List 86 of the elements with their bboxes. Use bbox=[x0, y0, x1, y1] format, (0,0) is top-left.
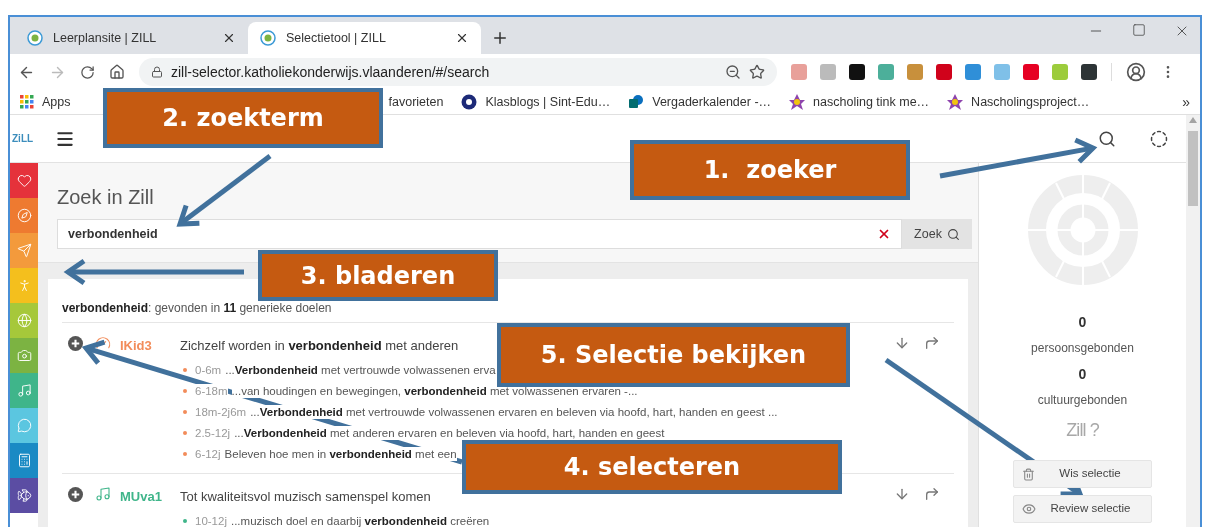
goal-title: Zichzelf worden in verbondenheid met anderen bbox=[180, 337, 459, 355]
age-range: 6-18m bbox=[195, 383, 228, 398]
goal-excerpt: ...Verbondenheid met vertrouwde volwassenen ervaren en beleven via hoofd, hart, handen en geest ... bbox=[250, 404, 778, 419]
globe-icon bbox=[16, 313, 32, 328]
apps-grid-icon bbox=[20, 95, 34, 109]
callout-label: 1. zoeker bbox=[630, 140, 910, 200]
forward-arrow-icon[interactable] bbox=[924, 335, 940, 351]
extension-icon[interactable] bbox=[1081, 64, 1097, 80]
flower-icon bbox=[789, 94, 806, 110]
browser-tab[interactable]: Leerplansite | ZILL bbox=[15, 22, 248, 54]
bookmark-item[interactable]: Apps bbox=[20, 92, 71, 112]
globe-icon bbox=[461, 94, 478, 110]
trash-icon bbox=[1022, 467, 1035, 481]
category-tab[interactable] bbox=[10, 478, 38, 513]
lock-icon bbox=[151, 66, 163, 78]
zill-logo[interactable]: ZiLL bbox=[10, 131, 55, 146]
search-icon[interactable] bbox=[1098, 129, 1116, 148]
callout-label: 3. bladeren bbox=[258, 250, 498, 301]
bookmark-star-icon[interactable] bbox=[749, 64, 765, 80]
clear-selection-button[interactable]: Wis selectie bbox=[1013, 460, 1152, 488]
extension-icon[interactable] bbox=[849, 64, 865, 80]
callout-label: 2. zoekterm bbox=[103, 88, 383, 148]
clear-icon[interactable] bbox=[877, 227, 891, 241]
url-text: zill-selector.katholiekonderwijs.vlaanderen/#/search bbox=[171, 62, 491, 82]
forward-arrow-icon[interactable] bbox=[924, 486, 940, 502]
camera-icon bbox=[16, 348, 32, 363]
music-icon bbox=[95, 486, 111, 502]
address-bar[interactable]: zill-selector.katholiekonderwijs.vlaanderen/#/search bbox=[139, 58, 777, 86]
settings-icon[interactable] bbox=[1150, 129, 1168, 148]
send-icon bbox=[16, 243, 32, 258]
category-tab[interactable] bbox=[10, 163, 38, 198]
browser-tab[interactable]: Selectietool | ZILL bbox=[248, 22, 481, 54]
callout-label: 4. selecteren bbox=[462, 440, 842, 494]
profile-icon[interactable] bbox=[1126, 62, 1146, 82]
scroll-up-icon[interactable] bbox=[1189, 117, 1197, 123]
maximize-icon[interactable] bbox=[1132, 23, 1146, 37]
heart-icon bbox=[16, 173, 32, 188]
fish-icon bbox=[16, 488, 32, 503]
close-icon[interactable] bbox=[222, 31, 236, 45]
arrow-down-icon[interactable] bbox=[894, 335, 910, 351]
tab-title: Leerplansite | ZILL bbox=[53, 29, 158, 47]
tab-title: Selectietool | ZILL bbox=[286, 29, 387, 47]
category-tab[interactable] bbox=[10, 443, 38, 478]
sharepoint-icon bbox=[628, 94, 645, 110]
home-icon[interactable] bbox=[109, 64, 125, 80]
more-bookmarks[interactable]: » bbox=[1182, 91, 1190, 113]
add-button[interactable] bbox=[68, 487, 83, 502]
compass-icon bbox=[16, 208, 32, 223]
chat-icon bbox=[16, 418, 32, 433]
calculator-icon bbox=[16, 453, 32, 468]
bookmark-item[interactable]: Vergaderkalender -… bbox=[628, 92, 772, 112]
selection-category: cultuurgebonden bbox=[1037, 392, 1128, 409]
site-logo-icon bbox=[260, 30, 276, 46]
eye-icon bbox=[1022, 502, 1036, 516]
close-icon[interactable] bbox=[455, 31, 469, 45]
bookmark-item[interactable]: Nascholingsproject… bbox=[947, 92, 1090, 112]
gauge-icon bbox=[95, 335, 111, 351]
search-button[interactable]: Zoek bbox=[902, 219, 972, 249]
goal-excerpt: Beleven hoe men in verbondenheid met een bbox=[224, 446, 457, 461]
selection-count: 0 bbox=[1078, 313, 1087, 332]
flower-icon bbox=[947, 94, 964, 110]
callout-label: 5. Selectie bekijken bbox=[497, 323, 850, 387]
scrollbar-thumb[interactable] bbox=[1188, 131, 1198, 206]
add-button[interactable] bbox=[68, 336, 83, 351]
reload-icon[interactable] bbox=[80, 64, 95, 80]
goal-title: Tot kwaliteitsvol muzisch samenspel komen bbox=[180, 488, 431, 506]
selection-category: persoonsgebonden bbox=[1031, 340, 1134, 357]
review-selection-button[interactable]: Review selectie bbox=[1013, 495, 1152, 523]
selection-count: 0 bbox=[1078, 365, 1087, 384]
zoom-out-icon[interactable] bbox=[725, 64, 741, 80]
category-tab[interactable] bbox=[10, 338, 38, 373]
goal-excerpt: ...Verbondenheid met anderen ervaren en beleven via hoofd, hart, handen en geest bbox=[234, 425, 665, 440]
category-tab[interactable] bbox=[10, 198, 38, 233]
search-field[interactable]: verbondenheid bbox=[57, 219, 902, 249]
search-icon bbox=[946, 227, 960, 241]
site-logo-icon bbox=[27, 30, 43, 46]
bookmark-item[interactable]: Klasblogs | Sint-Edu… bbox=[461, 92, 611, 112]
results-summary: verbondenheid: gevonden in 11 generieke doelen bbox=[62, 300, 333, 317]
new-tab-icon[interactable] bbox=[491, 29, 509, 47]
arrow-down-icon[interactable] bbox=[894, 486, 910, 502]
music-icon bbox=[16, 383, 32, 398]
bookmark-item[interactable]: nascholing tink me… bbox=[789, 92, 930, 112]
bookmark-item[interactable]: favorieten bbox=[388, 92, 444, 112]
category-tab[interactable] bbox=[10, 373, 38, 408]
page-heading: Zoek in Zill bbox=[57, 185, 155, 210]
search-value: verbondenheid bbox=[68, 225, 159, 243]
